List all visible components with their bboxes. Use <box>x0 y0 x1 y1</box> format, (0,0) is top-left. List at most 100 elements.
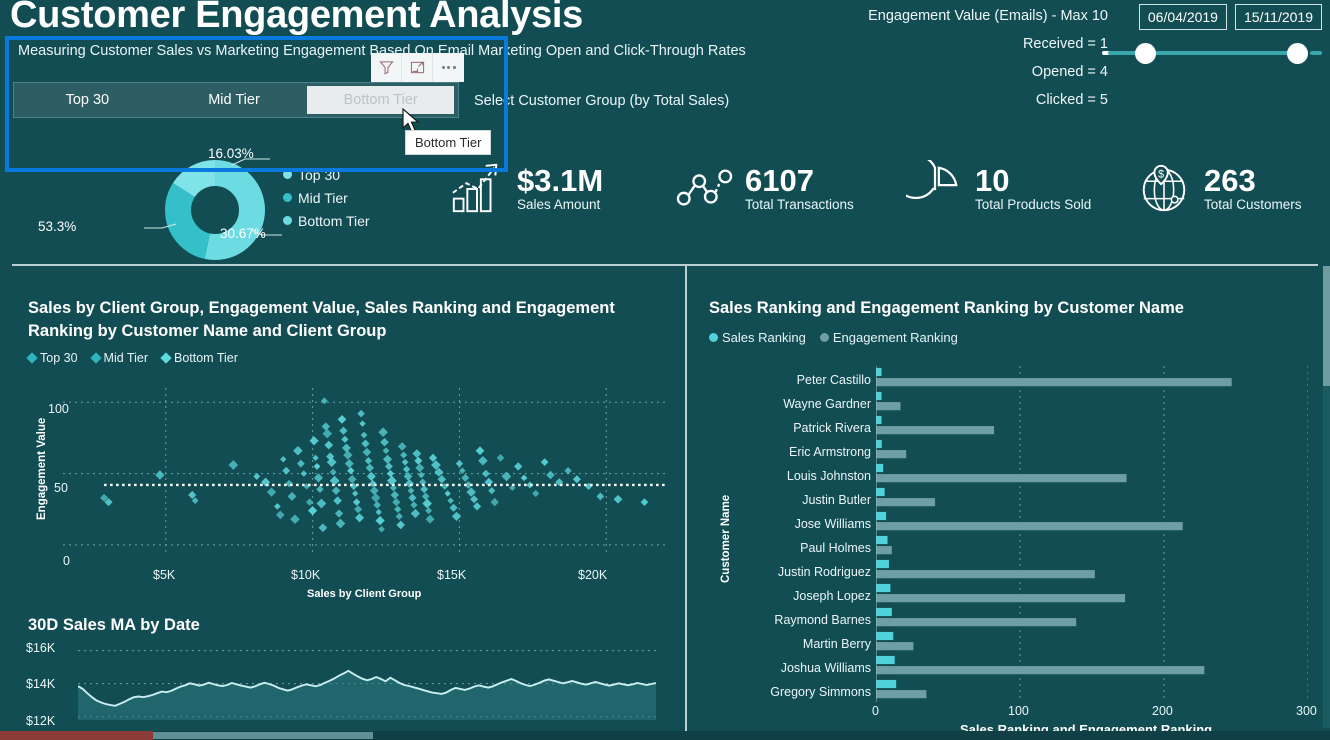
ma-ytick-14k: $14K <box>26 677 55 691</box>
ranking-xtick-200: 200 <box>1152 704 1173 718</box>
ranking-category-label[interactable]: Patrick Rivera <box>793 421 871 435</box>
scatter-ytick-100: 100 <box>48 402 69 416</box>
more-options-icon[interactable] <box>433 53 464 82</box>
bar-sales-ranking <box>876 680 896 688</box>
engagement-received-line: Received = 1 <box>868 30 1108 58</box>
ranking-legend-label-engagement: Engagement Ranking <box>833 330 958 345</box>
slicer-item-top-30[interactable]: Top 30 <box>14 83 161 117</box>
slider-thumb-start[interactable] <box>1135 43 1156 64</box>
kpi-value-total-customers: 263 <box>1204 165 1302 197</box>
slicer-item-mid-tier[interactable]: Mid Tier <box>161 83 308 117</box>
donut-legend-item-mid-tier[interactable]: Mid Tier <box>283 186 370 209</box>
vertical-divider <box>685 266 687 740</box>
donut-legend-label-top-30: Top 30 <box>298 167 340 183</box>
engagement-value-legend: Engagement Value (Emails) - Max 10 Recei… <box>868 2 1108 114</box>
donut-legend-item-bottom-tier[interactable]: Bottom Tier <box>283 209 370 232</box>
kpi-value-total-transactions: 6107 <box>745 165 854 197</box>
kpi-card-total-transactions[interactable]: 6107 Total Transactions <box>676 160 854 216</box>
bar-sales-ranking <box>876 584 890 592</box>
network-nodes-icon <box>676 160 734 216</box>
kpi-card-total-products-sold[interactable]: 10 Total Products Sold <box>906 160 1091 216</box>
select-customer-group-label: Select Customer Group (by Total Sales) <box>474 93 729 109</box>
scatter-legend-item-bottom-tier[interactable]: Bottom Tier <box>162 351 238 365</box>
bar-engagement-ranking <box>876 690 926 698</box>
scatter-legend-item-top-30[interactable]: Top 30 <box>28 351 78 365</box>
ma-ytick-16k: $16K <box>26 641 55 655</box>
ranking-plot-area[interactable] <box>876 366 1308 702</box>
ranking-category-label[interactable]: Jose Williams <box>795 517 871 531</box>
ranking-category-label[interactable]: Martin Berry <box>803 637 871 651</box>
ranking-category-label[interactable]: Peter Castillo <box>797 373 871 387</box>
bar-sales-ranking <box>876 416 882 424</box>
ranking-category-label[interactable]: Paul Holmes <box>800 541 871 555</box>
customer-group-slicer[interactable]: Top 30 Mid Tier Bottom Tier <box>13 82 459 118</box>
sales-ma-plot-area[interactable] <box>78 642 656 728</box>
ranking-category-label[interactable]: Louis Johnston <box>787 469 871 483</box>
bar-engagement-ranking <box>876 666 1204 674</box>
horizontal-divider <box>12 264 1318 266</box>
bar-engagement-ranking <box>876 570 1095 578</box>
pie-chart-icon <box>906 160 964 216</box>
date-range-end[interactable]: 15/11/2019 <box>1235 4 1322 30</box>
vertical-scrollbar-thumb[interactable] <box>1323 266 1330 386</box>
scatter-xtick-10k: $10K <box>291 568 320 582</box>
visual-header-toolbar[interactable] <box>371 53 464 82</box>
ranking-category-label[interactable]: Wayne Gardner <box>783 397 871 411</box>
kpi-label-total-products-sold: Total Products Sold <box>975 197 1091 212</box>
date-range-slider[interactable] <box>1102 40 1322 66</box>
scatter-chart-title: Sales by Client Group, Engagement Value,… <box>28 297 648 343</box>
legend-swatch-top-30-icon <box>283 170 292 179</box>
bar-sales-ranking <box>876 512 886 520</box>
bar-engagement-ranking <box>876 522 1183 530</box>
ranking-category-label[interactable]: Raymond Barnes <box>774 613 871 627</box>
kpi-card-total-customers[interactable]: $ 263 Total Customers <box>1135 160 1302 216</box>
kpi-label-sales-amount: Sales Amount <box>517 197 603 212</box>
bar-engagement-ranking <box>876 594 1125 602</box>
scatter-legend-label-top-30: Top 30 <box>40 351 78 365</box>
donut-legend-item-top-30[interactable]: Top 30 <box>283 163 370 186</box>
ranking-legend-item-sales[interactable]: Sales Ranking <box>709 330 806 345</box>
globe-dollar-pin-icon: $ <box>1135 160 1193 216</box>
engagement-value-heading: Engagement Value (Emails) - Max 10 <box>868 2 1108 30</box>
bar-sales-ranking <box>876 488 885 496</box>
bar-sales-ranking <box>876 368 882 376</box>
scatter-legend-label-mid-tier: Mid Tier <box>104 351 148 365</box>
slicer-hover-tooltip: Bottom Tier <box>405 130 491 155</box>
scatter-legend-item-mid-tier[interactable]: Mid Tier <box>92 351 148 365</box>
ranking-legend: Sales Ranking Engagement Ranking <box>709 330 967 345</box>
ranking-category-label[interactable]: Joseph Lopez <box>793 589 871 603</box>
kpi-card-sales-amount[interactable]: $3.1M Sales Amount <box>448 160 603 216</box>
engagement-clicked-line: Clicked = 5 <box>868 86 1108 114</box>
ranking-y-axis-title: Customer Name <box>720 495 732 583</box>
scatter-ytick-50: 50 <box>54 481 68 495</box>
scatter-x-axis-title: Sales by Client Group <box>307 588 421 600</box>
bar-engagement-ranking <box>876 546 892 554</box>
scatter-plot-area[interactable] <box>45 380 670 570</box>
ranking-category-label[interactable]: Joshua Williams <box>781 661 871 675</box>
legend-swatch-bottom-tier-icon <box>283 216 292 225</box>
donut-legend-label-mid-tier: Mid Tier <box>298 190 348 206</box>
filter-funnel-icon[interactable] <box>371 53 402 82</box>
ranking-category-label[interactable]: Justin Butler <box>802 493 871 507</box>
scatter-legend: Top 30 Mid Tier Bottom Tier <box>28 351 247 365</box>
donut-label-bottom-tier: 53.3% <box>38 219 76 234</box>
legend-diamond-mid-tier-icon <box>90 352 101 363</box>
donut-legend: Top 30 Mid Tier Bottom Tier <box>283 163 370 232</box>
donut-label-top-30: 16.03% <box>208 146 254 161</box>
ranking-xtick-100: 100 <box>1008 704 1029 718</box>
ranking-xtick-0: 0 <box>872 704 879 718</box>
ranking-legend-item-engagement[interactable]: Engagement Ranking <box>820 330 958 345</box>
ranking-category-label[interactable]: Eric Armstrong <box>789 445 871 459</box>
ranking-category-label[interactable]: Gregory Simmons <box>770 685 871 699</box>
date-range-start[interactable]: 06/04/2019 <box>1139 4 1227 30</box>
slicer-item-bottom-tier[interactable]: Bottom Tier <box>307 86 454 114</box>
focus-mode-icon[interactable] <box>402 53 433 82</box>
bar-sales-ranking <box>876 560 889 568</box>
horizontal-scrollbar-thumb[interactable] <box>153 732 373 739</box>
ma-ytick-12k: $12K <box>26 714 55 728</box>
slider-thumb-end[interactable] <box>1287 43 1308 64</box>
ranking-category-label[interactable]: Justin Rodriguez <box>778 565 871 579</box>
ranking-xtick-300: 300 <box>1296 704 1317 718</box>
scatter-xtick-15k: $15K <box>437 568 466 582</box>
bar-sales-ranking <box>876 392 882 400</box>
